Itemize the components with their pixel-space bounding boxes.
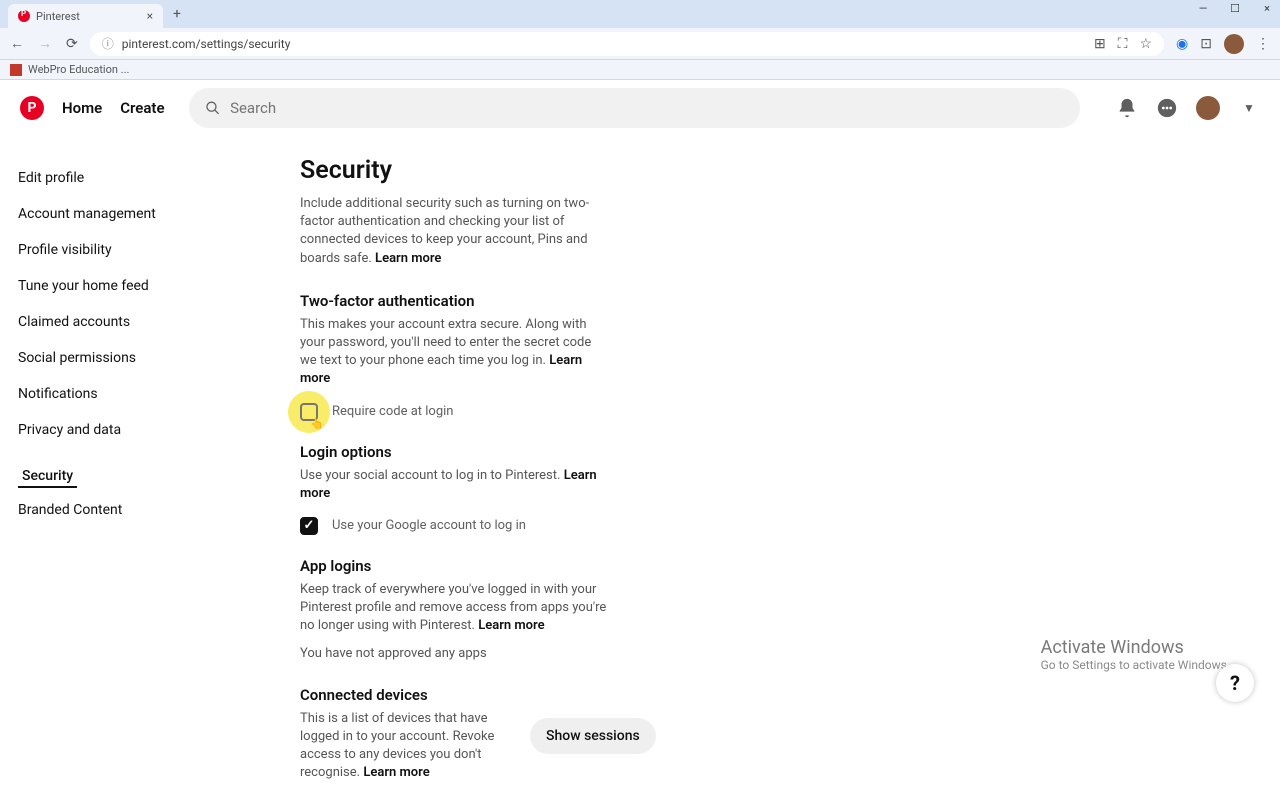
translate-icon[interactable]: ⛶: [1118, 36, 1128, 52]
reload-icon[interactable]: ⟳: [66, 36, 78, 52]
sidebar-item-account-management[interactable]: Account management: [14, 196, 246, 232]
tfa-description: This makes your account extra secure. Al…: [300, 316, 610, 389]
extensions-icon[interactable]: ⊡: [1200, 36, 1212, 52]
browser-toolbar: ← → ⟳ ⓘ pinterest.com/settings/security …: [0, 28, 1280, 60]
two-factor-section: Two-factor authentication This makes you…: [300, 292, 940, 421]
bookmark-item[interactable]: WebPro Education ...: [28, 63, 129, 76]
bookmark-star-icon[interactable]: ☆: [1139, 36, 1152, 52]
nav-home[interactable]: Home: [62, 99, 102, 117]
browser-profile-avatar[interactable]: [1224, 34, 1244, 54]
browser-menu-icon[interactable]: ⋮: [1256, 36, 1270, 52]
close-window-icon[interactable]: ×: [1258, 2, 1276, 15]
show-sessions-button[interactable]: Show sessions: [530, 718, 656, 754]
maximize-icon[interactable]: ☐: [1226, 2, 1244, 15]
learn-more-link[interactable]: Learn more: [478, 618, 544, 633]
help-button[interactable]: ?: [1216, 664, 1254, 702]
notifications-icon[interactable]: [1116, 97, 1138, 119]
login-description: Use your social account to log in to Pin…: [300, 467, 610, 503]
user-avatar[interactable]: [1196, 96, 1220, 120]
sidebar-item-privacy-data[interactable]: Privacy and data: [14, 412, 246, 448]
bookmark-bar: WebPro Education ...: [0, 60, 1280, 80]
sidebar-item-notifications[interactable]: Notifications: [14, 376, 246, 412]
extension-icon[interactable]: ◉: [1176, 36, 1188, 52]
search-bar[interactable]: [189, 88, 1080, 128]
apps-status: You have not approved any apps: [300, 645, 610, 663]
devices-heading: Connected devices: [300, 686, 940, 704]
sidebar-item-branded-content[interactable]: Branded Content: [14, 492, 246, 528]
activate-subtitle: Go to Settings to activate Windows.: [1041, 658, 1230, 672]
settings-sidebar: Edit profile Account management Profile …: [0, 136, 260, 720]
google-login-label: Use your Google account to log in: [332, 518, 526, 533]
learn-more-link[interactable]: Learn more: [375, 251, 441, 266]
search-input[interactable]: [230, 99, 1064, 117]
page-intro: Include additional security such as turn…: [300, 195, 600, 268]
new-tab-button[interactable]: +: [173, 6, 181, 22]
pinterest-favicon: [18, 10, 30, 22]
app-logins-section: App logins Keep track of everywhere you'…: [300, 557, 940, 664]
window-controls: — ☐ ×: [1194, 2, 1276, 15]
require-code-label: Require code at login: [332, 404, 453, 419]
sidebar-item-profile-visibility[interactable]: Profile visibility: [14, 232, 246, 268]
main-layout: Edit profile Account management Profile …: [0, 136, 1280, 720]
forward-icon[interactable]: →: [38, 35, 52, 52]
apps-description: Keep track of everywhere you've logged i…: [300, 581, 610, 636]
site-info-icon[interactable]: ⓘ: [102, 35, 114, 52]
connected-devices-section: Connected devices This is a list of devi…: [300, 686, 940, 792]
tfa-checkbox-row: Require code at login 👆: [300, 403, 940, 421]
tfa-heading: Two-factor authentication: [300, 292, 940, 310]
activate-title: Activate Windows: [1041, 637, 1230, 658]
sidebar-item-tune-home-feed[interactable]: Tune your home feed: [14, 268, 246, 304]
cursor-pointer-icon: 👆: [310, 417, 324, 430]
learn-more-link[interactable]: Learn more: [363, 765, 429, 780]
google-login-row: Use your Google account to log in: [300, 517, 940, 535]
sidebar-item-social-permissions[interactable]: Social permissions: [14, 340, 246, 376]
pinterest-logo[interactable]: P: [20, 96, 44, 120]
tab-title: Pinterest: [36, 10, 80, 23]
bookmark-favicon: [10, 64, 22, 76]
close-tab-icon[interactable]: ×: [147, 9, 153, 23]
sidebar-item-edit-profile[interactable]: Edit profile: [14, 160, 246, 196]
search-icon: [205, 100, 221, 116]
sidebar-item-claimed-accounts[interactable]: Claimed accounts: [14, 304, 246, 340]
sidebar-item-security[interactable]: Security: [18, 458, 77, 488]
chevron-down-icon[interactable]: ▼: [1238, 97, 1260, 119]
minimize-icon[interactable]: —: [1194, 2, 1212, 15]
browser-tab[interactable]: Pinterest ×: [8, 4, 163, 28]
back-icon[interactable]: ←: [10, 35, 24, 52]
messages-icon[interactable]: [1156, 97, 1178, 119]
app-header: P Home Create ▼: [0, 80, 1280, 136]
login-options-section: Login options Use your social account to…: [300, 443, 940, 535]
activate-windows-watermark: Activate Windows Go to Settings to activ…: [1041, 637, 1230, 672]
browser-titlebar: Pinterest × + — ☐ ×: [0, 0, 1280, 28]
google-login-checkbox[interactable]: [300, 517, 318, 535]
settings-content: Security Include additional security suc…: [260, 136, 980, 720]
nav-create[interactable]: Create: [120, 99, 164, 117]
devices-description: This is a list of devices that have logg…: [300, 710, 500, 783]
apps-heading: App logins: [300, 557, 940, 575]
address-bar[interactable]: ⓘ pinterest.com/settings/security ⊞ ⛶ ☆: [90, 32, 1164, 56]
page-title: Security: [300, 156, 940, 185]
login-heading: Login options: [300, 443, 940, 461]
url-text: pinterest.com/settings/security: [122, 37, 291, 51]
install-icon[interactable]: ⊞: [1094, 36, 1106, 52]
